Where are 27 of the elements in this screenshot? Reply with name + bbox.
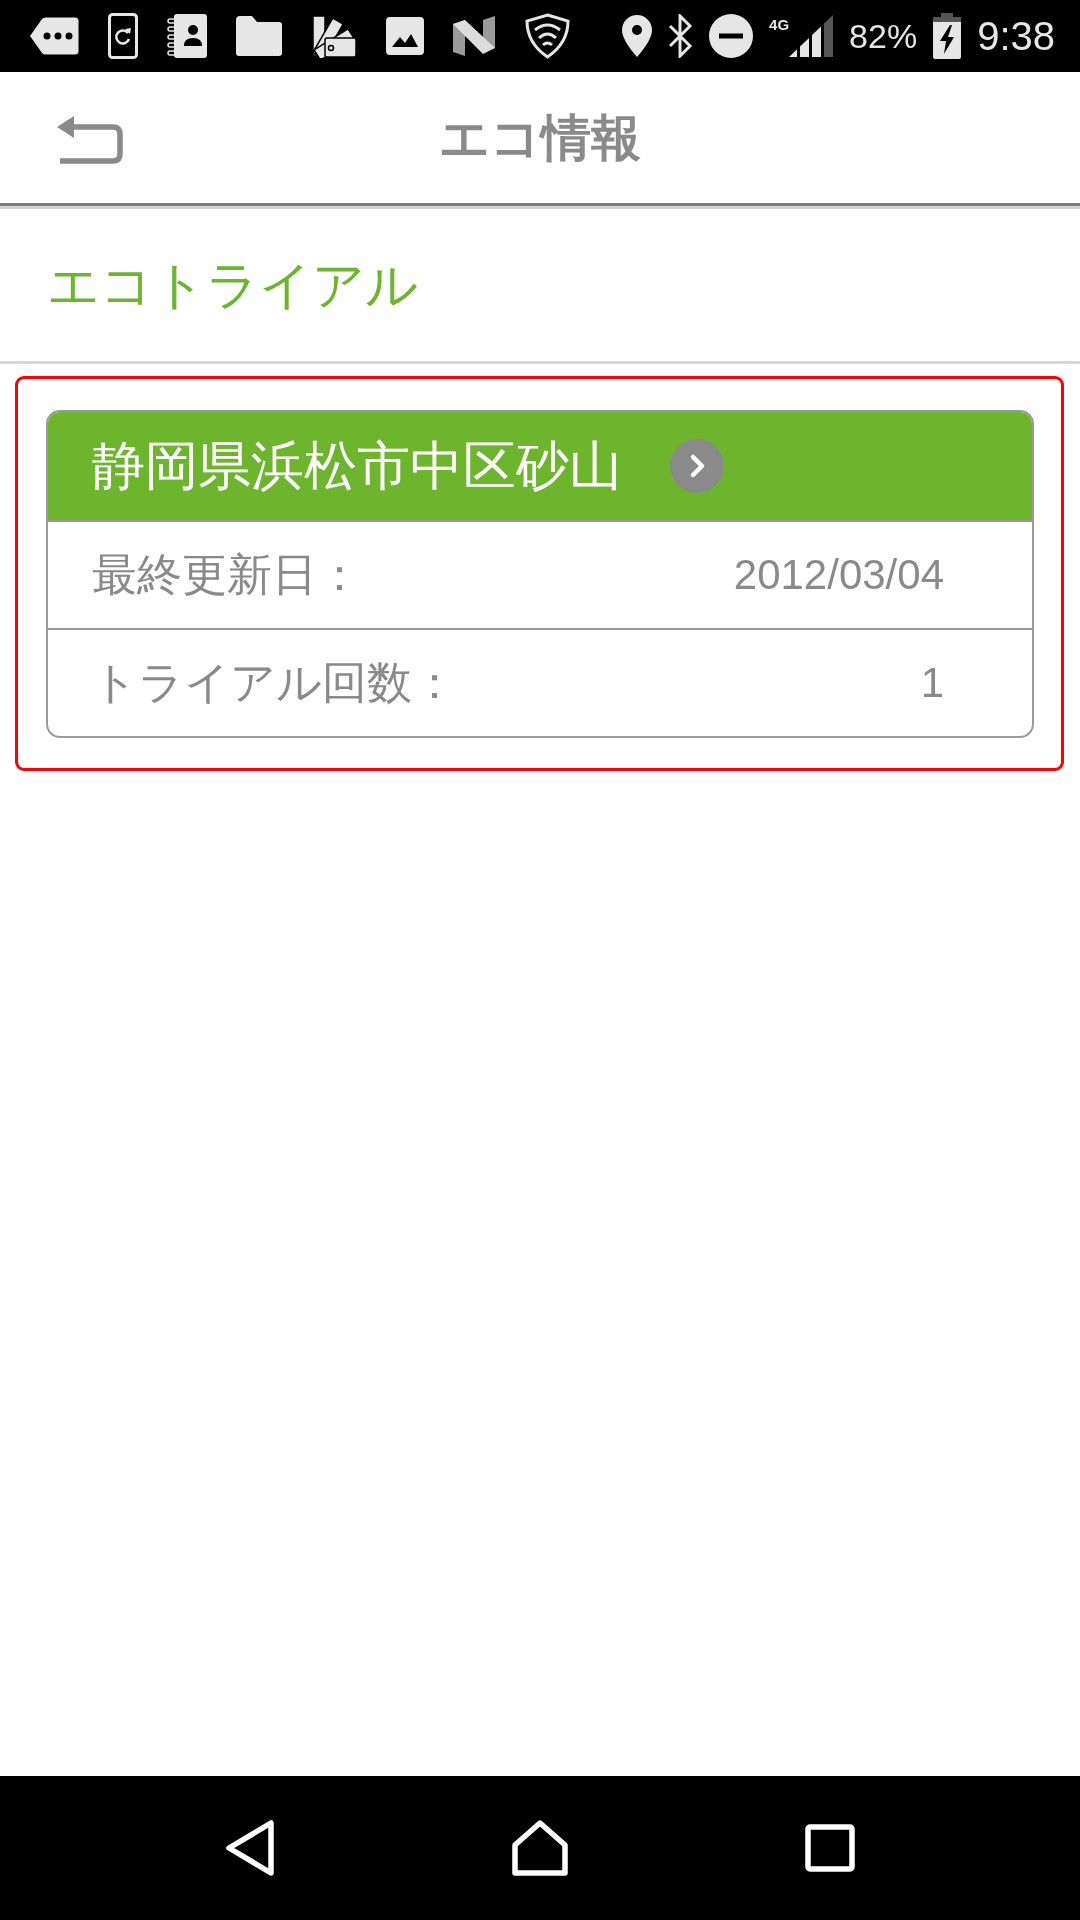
row-label: トライアル回数： [92, 655, 457, 711]
network-type-label: 4G [769, 17, 790, 33]
location-pin-icon [622, 15, 653, 57]
row-value: 2012/03/04 [733, 550, 944, 600]
chevron-right-icon[interactable] [670, 439, 724, 493]
phone-rotate-icon [108, 13, 138, 59]
card-title: 静岡県浜松市中区砂山 [92, 434, 622, 498]
bluetooth-icon [668, 14, 694, 58]
row-value: 1 [920, 658, 944, 708]
tag-dots-icon [29, 17, 79, 55]
minus-circle-icon [709, 14, 754, 58]
back-icon[interactable] [225, 1819, 275, 1877]
image-icon [386, 17, 424, 55]
battery-charging-icon [933, 13, 962, 59]
section-title: エコトライアル [47, 254, 418, 317]
clock-time: 9:38 [977, 13, 1055, 59]
home-icon[interactable] [511, 1819, 569, 1877]
row-label: 最終更新日： [92, 547, 362, 603]
screen-title: エコ情報 [439, 107, 641, 169]
battery-percent: 82% [849, 16, 918, 56]
shield-wifi-icon [525, 13, 570, 59]
contacts-book-icon [167, 14, 207, 58]
letter-n-icon [453, 16, 496, 56]
recents-icon[interactable] [805, 1824, 855, 1872]
swatches-icon [311, 14, 357, 58]
signal-icon [789, 15, 834, 57]
folder-icon [236, 16, 282, 56]
